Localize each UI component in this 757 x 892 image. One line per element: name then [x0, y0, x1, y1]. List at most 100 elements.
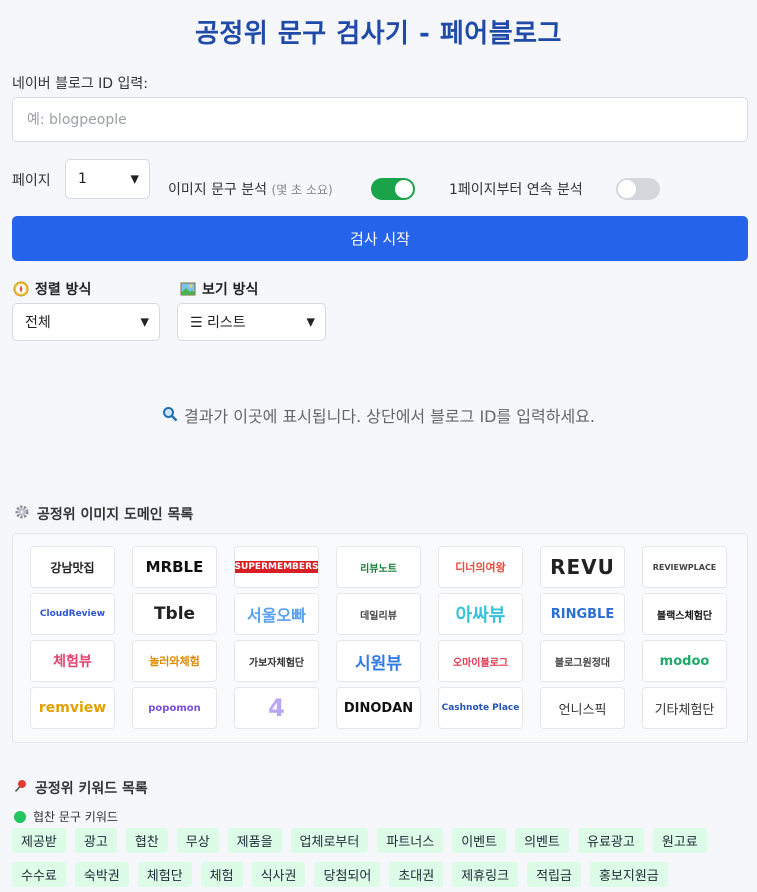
domain-logo: SUPERMEMBERS	[234, 546, 319, 588]
domain-logo-text: Cashnote Place	[441, 703, 520, 713]
keyword-chip: 숙박권	[74, 862, 129, 887]
domain-logo: 블랙스체험단	[642, 593, 727, 635]
keyword-chip: 협찬	[125, 828, 168, 853]
view-title: 보기 방식	[179, 279, 258, 299]
keyword-chip: 원고료	[652, 828, 707, 853]
keyword-chip: 적립금	[527, 862, 581, 887]
domain-logo: 가보자체험단	[234, 640, 319, 682]
gear-icon	[14, 504, 30, 524]
image-analysis-label: 이미지 문구 분석 (몇 초 소요)	[168, 179, 333, 199]
domain-logo: REVIEWPLACE	[642, 546, 727, 588]
domain-logo-text: RINGBLE	[550, 606, 615, 622]
domain-logo-text: 리뷰노트	[360, 563, 397, 575]
domain-logo-text: Tble	[153, 604, 196, 624]
domain-logo: 언니스픽	[540, 687, 625, 729]
keyword-subsection-label: 협찬 문구 키워드	[33, 810, 118, 824]
domain-logo: DINODAN	[336, 687, 421, 729]
sort-select[interactable]: 전체 ▼	[12, 303, 160, 341]
keyword-chip: 홍보지원금	[589, 862, 668, 887]
domain-logo: RINGBLE	[540, 593, 625, 635]
keyword-chip: 이벤트	[452, 828, 507, 853]
domain-logo: 강남맛집	[30, 546, 115, 588]
chevron-down-icon: ▼	[130, 172, 139, 186]
blog-id-label: 네이버 블로그 ID 입력:	[12, 76, 149, 92]
domain-logo: 디너의여왕	[438, 546, 523, 588]
domain-logo: 리뷰노트	[336, 546, 421, 588]
domain-logo: 블로그원정대	[540, 640, 625, 682]
keyword-chip: 식사권	[251, 862, 306, 887]
continuous-toggle[interactable]	[616, 178, 660, 200]
domain-logo-text: REVU	[550, 555, 615, 579]
page-select-value: 1	[78, 171, 87, 187]
domain-logo: 놀러와체험	[132, 640, 217, 682]
domain-logo: popomon	[132, 687, 217, 729]
start-button[interactable]: 검사 시작	[12, 216, 748, 261]
domain-logo: 데일리뷰	[336, 593, 421, 635]
domain-logo-text: 체험뷰	[53, 654, 92, 670]
domain-logo-text: MRBLE	[145, 558, 204, 576]
domain-logo-text: 가보자체험단	[248, 657, 305, 669]
keyword-chip: 수수료	[12, 862, 66, 887]
domain-logo: 4	[234, 687, 319, 729]
domain-logo-text: SUPERMEMBERS	[235, 561, 318, 573]
keyword-chip: 제공받	[12, 828, 66, 853]
domain-logo: 아싸뷰	[438, 593, 523, 635]
domain-logo: REVU	[540, 546, 625, 588]
keyword-row-2: 수수료 숙박권 체험단 체험 식사권 당첨되어 초대권 제휴링크 적립금 홍보지원금	[12, 862, 668, 887]
blog-id-input[interactable]	[12, 97, 748, 142]
picture-icon	[179, 281, 196, 298]
domain-logo-text: 기타체험단	[654, 702, 715, 718]
keyword-chip: 당첨되어	[314, 862, 381, 887]
domain-logo-text: 데일리뷰	[360, 610, 397, 622]
compass-icon	[12, 281, 29, 298]
domain-logo-text: CloudReview	[39, 609, 106, 619]
continuous-label: 1페이지부터 연속 분석	[449, 182, 583, 198]
view-label: 보기 방식	[202, 282, 259, 298]
domain-logo-text: 블랙스체험단	[656, 610, 713, 622]
domain-logo-text: 오마이블로그	[452, 657, 509, 669]
domain-logo: modoo	[642, 640, 727, 682]
page-label: 페이지	[12, 173, 51, 189]
chevron-down-icon: ▼	[306, 315, 315, 329]
keyword-row-1: 제공받 광고 협찬 무상 제품을 업체로부터 파트너스 이벤트 의벤트 유료광고 원고료	[12, 828, 707, 853]
green-dot-icon	[14, 810, 26, 823]
domain-logo-text: 블로그원정대	[554, 657, 611, 669]
chevron-down-icon: ▼	[140, 315, 149, 329]
domain-logo-text: 디너의여왕	[455, 561, 506, 574]
domain-logo-text: remview	[38, 700, 107, 716]
view-select[interactable]: ☰ 리스트 ▼	[177, 303, 326, 341]
domain-logo: MRBLE	[132, 546, 217, 588]
keyword-chip: 초대권	[389, 862, 444, 887]
result-placeholder: 결과가 이곳에 표시됩니다. 상단에서 블로그 ID를 입력하세요.	[0, 403, 757, 427]
domain-logo-text: 시원뷰	[355, 653, 402, 674]
image-analysis-toggle[interactable]	[371, 178, 415, 200]
keyword-section-title: 공정위 키워드 목록	[14, 778, 148, 798]
image-analysis-hint: (몇 초 소요)	[271, 183, 333, 197]
keyword-chip: 체험단	[137, 862, 192, 887]
view-select-value: ☰ 리스트	[190, 315, 246, 331]
domain-logo-text: REVIEWPLACE	[652, 562, 717, 572]
keyword-chip: 체험	[200, 862, 243, 887]
domain-logo: 기타체험단	[642, 687, 727, 729]
domain-logo: 서울오빠	[234, 593, 319, 635]
domain-section-title: 공정위 이미지 도메인 목록	[14, 504, 193, 524]
domain-logo: remview	[30, 687, 115, 729]
domain-logo-text: 아싸뷰	[455, 605, 506, 626]
sort-select-value: 전체	[25, 315, 51, 331]
sort-label: 정렬 방식	[35, 282, 92, 298]
page-select[interactable]: 1 ▼	[65, 159, 150, 199]
domain-logo: CloudReview	[30, 593, 115, 635]
keyword-chip: 파트너스	[377, 828, 444, 853]
domain-logo-text: 놀러와체험	[149, 655, 200, 668]
domain-logo: Cashnote Place	[438, 687, 523, 729]
result-message: 결과가 이곳에 표시됩니다. 상단에서 블로그 ID를 입력하세요.	[183, 407, 595, 426]
keyword-chip: 무상	[176, 828, 219, 853]
pushpin-icon	[14, 779, 28, 797]
keyword-chip: 제휴링크	[452, 862, 519, 887]
domain-logo-list: 강남맛집 MRBLE SUPERMEMBERS 리뷰노트 디너의여왕 REVU REVIEW…	[12, 533, 748, 743]
domain-logo: 오마이블로그	[438, 640, 523, 682]
page-title: 공정위 문구 검사기 - 페어블로그	[195, 19, 562, 49]
keyword-section-label: 공정위 키워드 목록	[35, 781, 148, 797]
keyword-chip: 의벤트	[515, 828, 569, 853]
logo-grid: 강남맛집 MRBLE SUPERMEMBERS 리뷰노트 디너의여왕 REVU REVIEW…	[30, 546, 727, 729]
